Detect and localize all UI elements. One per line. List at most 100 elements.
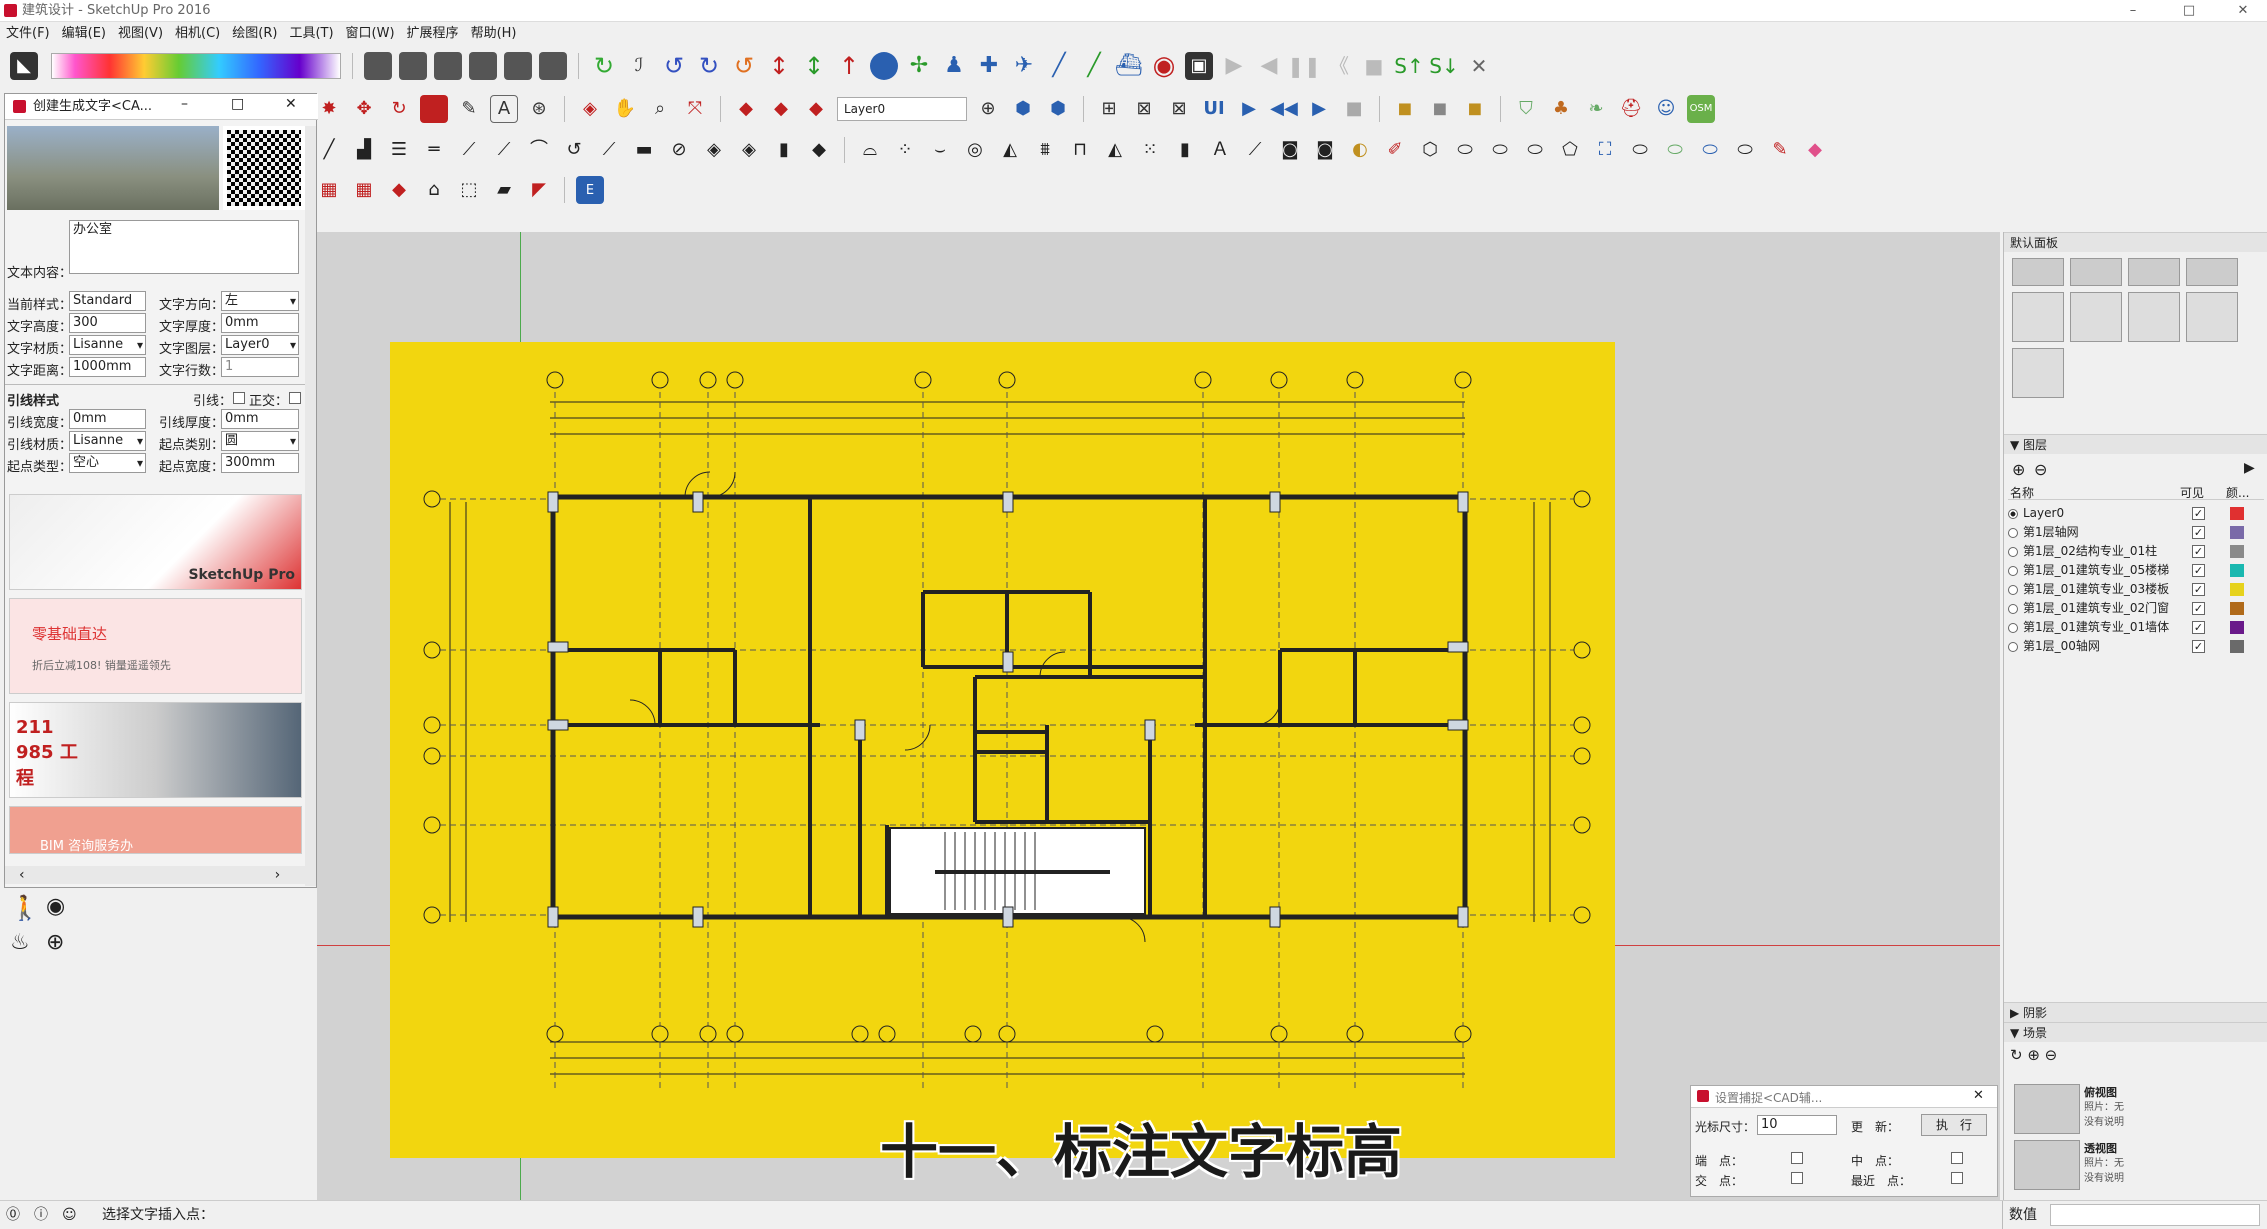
- line-blue-icon[interactable]: ╱: [1045, 52, 1073, 80]
- pan-icon[interactable]: ✋: [611, 95, 639, 123]
- leader-checkbox[interactable]: [233, 392, 245, 404]
- sw-input[interactable]: 300mm: [221, 453, 299, 473]
- layer-color-swatch[interactable]: [2230, 526, 2244, 539]
- maximize-button[interactable]: □: [2166, 0, 2212, 22]
- grid-icon[interactable]: ⊞: [1095, 95, 1123, 123]
- brush-icon[interactable]: ✐: [1381, 136, 1409, 164]
- right-view-icon[interactable]: [469, 52, 497, 80]
- layer-visible-checkbox[interactable]: ✓: [2192, 602, 2205, 615]
- view-thumb-8[interactable]: [2186, 292, 2238, 342]
- move-cross-icon[interactable]: ✚: [975, 52, 1003, 80]
- footprint-icon[interactable]: ♨: [10, 930, 30, 955]
- boat-icon[interactable]: ⛴: [1115, 52, 1143, 80]
- layer-row[interactable]: 第1层_01建筑专业_02门窗 ✓: [2008, 599, 2264, 618]
- height-input[interactable]: 300: [69, 313, 146, 333]
- menu-camera[interactable]: 相机(C): [169, 22, 226, 46]
- tool-j-icon[interactable]: ▮: [770, 136, 798, 164]
- section-icon[interactable]: ⊕: [974, 95, 1002, 123]
- content-input[interactable]: 办公室: [69, 220, 299, 274]
- forward-blue-icon[interactable]: ▶: [1305, 95, 1333, 123]
- cursor-size-input[interactable]: 10: [1757, 1115, 1837, 1135]
- walk-icon[interactable]: 🚶: [10, 894, 40, 922]
- menu-edit[interactable]: 编辑(E): [56, 22, 112, 46]
- zoom-icon[interactable]: ⌕: [646, 95, 674, 123]
- s-down-icon[interactable]: S↓: [1429, 52, 1458, 80]
- style-scale-bar[interactable]: [51, 53, 341, 79]
- dir-select[interactable]: 左: [221, 291, 299, 311]
- top-view-icon[interactable]: [399, 52, 427, 80]
- eraser-pink-icon[interactable]: ◆: [1801, 136, 1829, 164]
- s-up-icon[interactable]: S↑: [1394, 52, 1423, 80]
- tool-n-icon[interactable]: ⊓: [1066, 136, 1094, 164]
- user-icon[interactable]: ☺: [62, 1201, 77, 1229]
- shape-a-icon[interactable]: ⬡: [1416, 136, 1444, 164]
- nearest-checkbox[interactable]: [1951, 1172, 1963, 1184]
- menu-file[interactable]: 文件(F): [0, 22, 56, 46]
- tool-r-icon[interactable]: Ａ: [1206, 136, 1234, 164]
- hat-icon[interactable]: ⛑: [1617, 95, 1645, 123]
- snap-close-button[interactable]: ✕: [1973, 1088, 1984, 1103]
- horizontal-scrollbar[interactable]: ‹ ›: [5, 866, 305, 884]
- sphere-icon[interactable]: ⊛: [525, 95, 553, 123]
- panel-scrollbar[interactable]: [305, 126, 316, 886]
- midpoint-checkbox[interactable]: [1951, 1152, 1963, 1164]
- menu-view[interactable]: 视图(V): [112, 22, 169, 46]
- arrow-up-red-icon[interactable]: ↕: [765, 52, 793, 80]
- measurements-input[interactable]: [2050, 1204, 2260, 1226]
- geo-icon[interactable]: ⓪: [6, 1201, 20, 1229]
- leaf-icon[interactable]: ❧: [1582, 95, 1610, 123]
- panel-maximize-button[interactable]: □: [231, 96, 244, 112]
- rail-icon[interactable]: ═: [420, 136, 448, 164]
- cube-icon[interactable]: ⬚: [455, 176, 483, 204]
- view-thumb-3[interactable]: [2128, 258, 2180, 286]
- view-thumb-5[interactable]: [2012, 292, 2064, 342]
- section-fill-icon[interactable]: ⬢: [1044, 95, 1072, 123]
- shape-b-icon[interactable]: ⬭: [1451, 136, 1479, 164]
- tool-f-icon[interactable]: ▬: [630, 136, 658, 164]
- tool-c-icon[interactable]: ⌒: [525, 136, 553, 164]
- text-layer-select[interactable]: Layer0: [221, 335, 299, 355]
- refresh-red-icon[interactable]: ↻: [385, 95, 413, 123]
- play-blue-icon[interactable]: ▶: [1235, 95, 1263, 123]
- circle-tool-icon[interactable]: ◎: [961, 136, 989, 164]
- tool-t-icon[interactable]: ◙: [1276, 136, 1304, 164]
- e-icon[interactable]: E: [576, 176, 604, 204]
- layer-color-swatch[interactable]: [2230, 564, 2244, 577]
- line-green-icon[interactable]: ╱: [1080, 52, 1108, 80]
- layer-row[interactable]: Layer0 ✓: [2008, 504, 2264, 523]
- layer-color-swatch[interactable]: [2230, 640, 2244, 653]
- layer-visible-checkbox[interactable]: ✓: [2192, 526, 2205, 539]
- triangle-icon[interactable]: ◤: [525, 176, 553, 204]
- layer-row[interactable]: 第1层_02结构专业_01柱 ✓: [2008, 542, 2264, 561]
- stop-gray-icon[interactable]: ■: [1340, 95, 1368, 123]
- dist-input[interactable]: 1000mm: [69, 357, 146, 377]
- move-red-icon[interactable]: ✥: [350, 95, 378, 123]
- layer-color-swatch[interactable]: [2230, 583, 2244, 596]
- tool-e-icon[interactable]: ⟋: [595, 136, 623, 164]
- layer-active-radio[interactable]: [2008, 528, 2018, 538]
- layer-color-swatch[interactable]: [2230, 545, 2244, 558]
- tool-p-icon[interactable]: ⁙: [1136, 136, 1164, 164]
- layer-active-radio[interactable]: [2008, 642, 2018, 652]
- position-camera-icon[interactable]: ⊕: [46, 930, 64, 955]
- scene-thumb-2[interactable]: [2014, 1140, 2080, 1190]
- section-display-icon[interactable]: ⬢: [1009, 95, 1037, 123]
- rows-input[interactable]: 1: [221, 357, 299, 377]
- undo-blue-icon[interactable]: ↺: [660, 52, 688, 80]
- iso-view-icon[interactable]: [364, 52, 392, 80]
- layer-active-radio[interactable]: [2008, 623, 2018, 633]
- menu-window[interactable]: 窗口(W): [340, 22, 401, 46]
- lw-input[interactable]: 0mm: [69, 409, 146, 429]
- mat-select[interactable]: Lisanne: [69, 335, 146, 355]
- view-thumb-9[interactable]: [2012, 348, 2064, 398]
- star-red-icon[interactable]: ✸: [315, 95, 343, 123]
- plane-icon[interactable]: ✈: [1010, 52, 1038, 80]
- globe-icon[interactable]: [870, 52, 898, 80]
- gem-icon[interactable]: ◆: [385, 176, 413, 204]
- axis-icon[interactable]: ✢: [905, 52, 933, 80]
- layer-color-swatch[interactable]: [2230, 621, 2244, 634]
- ad-bim[interactable]: BIM 咨询服务办: [9, 806, 302, 854]
- tool-g-icon[interactable]: ⊘: [665, 136, 693, 164]
- scale-red-icon[interactable]: [420, 95, 448, 123]
- tool-i-icon[interactable]: ◈: [735, 136, 763, 164]
